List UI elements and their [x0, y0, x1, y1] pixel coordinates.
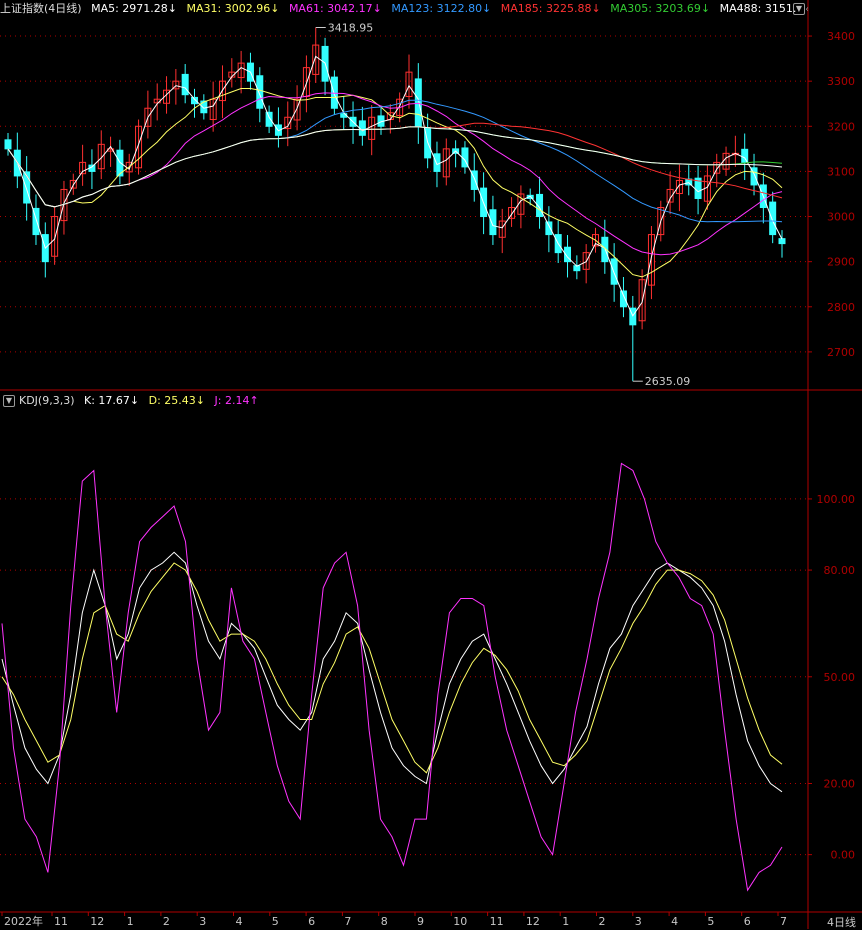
price-axis-label: 3000 — [827, 211, 855, 224]
x-axis-label: 4 — [236, 915, 243, 928]
kdj-d-value: D: 25.43↓ — [148, 394, 206, 407]
candle-body — [433, 153, 441, 172]
ma488-label: MA488: 3151. — [719, 2, 797, 15]
kdj-axis-label: 50.00 — [824, 671, 856, 684]
x-axis-label: 11 — [54, 915, 68, 928]
x-axis-label: 10 — [453, 915, 467, 928]
kdj-axis-label: 20.00 — [824, 778, 856, 791]
candle-body — [778, 238, 786, 245]
candle-body — [545, 221, 553, 236]
kdj-axis-label: 0.00 — [831, 849, 856, 862]
candle-body — [181, 73, 189, 96]
ma185-label: MA185: 3225.88↓ — [500, 2, 601, 15]
kdj-header: ▼ KDJ(9,3,3) K: 17.67↓ D: 25.43↓ J: 2.14↑ — [0, 392, 808, 410]
ma31-line — [7, 88, 783, 278]
price-axis-label: 3300 — [827, 75, 855, 88]
x-axis-label: 3 — [635, 915, 642, 928]
x-axis-label: 6 — [744, 915, 751, 928]
settings-icon[interactable]: ▼ — [793, 3, 805, 15]
ma123-line — [7, 99, 783, 223]
x-axis-label: 5 — [272, 915, 279, 928]
ma305-line — [7, 126, 783, 208]
price-axis-label: 3400 — [827, 30, 855, 43]
kdj-k-line — [1, 551, 783, 793]
x-axis-label: 5 — [707, 915, 714, 928]
x-axis-label: 12 — [90, 915, 104, 928]
price-axis-label: 3100 — [827, 165, 855, 178]
x-axis-label: 4 — [671, 915, 678, 928]
kdj-axis-label: 100.00 — [817, 493, 856, 506]
candle-body — [414, 78, 422, 127]
price-axis-label: 3200 — [827, 120, 855, 133]
candle-body — [256, 75, 264, 109]
x-axis-label: 1 — [127, 915, 134, 928]
candle-body — [489, 209, 497, 236]
price-axis-label: 2900 — [827, 256, 855, 269]
chart-canvas: 3400 3300 3200 3100 3000 2900 2800 2700 3418.95 2… — [0, 0, 862, 929]
ma31-label: MA31: 3002.96↓ — [186, 2, 280, 15]
x-axis-label: 2 — [599, 915, 606, 928]
diamond-icon[interactable]: ◇ — [806, 2, 808, 15]
corner-period-label[interactable]: 4日线 — [827, 914, 856, 930]
x-axis-label: 7 — [344, 915, 351, 928]
x-axis-label: 2022年 — [4, 914, 43, 928]
low-annotation: 2635.09 — [645, 375, 691, 388]
kdj-axis-label: 80.00 — [824, 564, 856, 577]
ma305-label: MA305: 3203.69↓ — [610, 2, 711, 15]
price-axis-label: 2700 — [827, 346, 855, 359]
x-axis-label: 11 — [490, 915, 504, 928]
kdj-settings-icon[interactable]: ▼ — [3, 395, 15, 407]
kdj-k-value: K: 17.67↓ — [84, 394, 140, 407]
ma488-line — [7, 126, 783, 208]
x-axis-label: 2 — [163, 915, 170, 928]
x-axis-label: 1 — [562, 915, 569, 928]
x-axis-label: 3 — [199, 915, 206, 928]
ma5-line — [7, 55, 783, 317]
main-chart-header: 上证指数(4日线) MA5: 2971.28↓ MA31: 3002.96↓ M… — [0, 0, 808, 18]
x-axis-label: 6 — [308, 915, 315, 928]
candle-body — [265, 111, 273, 127]
high-annotation: 3418.95 — [328, 21, 374, 34]
ma5-label: MA5: 2971.28↓ — [91, 2, 178, 15]
candle-body — [769, 201, 777, 236]
x-axis-label: 12 — [526, 915, 540, 928]
ma123-label: MA123: 3122.80↓ — [391, 2, 492, 15]
kdj-title: KDJ(9,3,3) — [19, 394, 75, 407]
kdj-j-value: J: 2.14↑ — [214, 394, 259, 407]
x-axis-label: 7 — [780, 915, 787, 928]
candle-body — [4, 139, 12, 150]
price-axis-label: 2800 — [827, 301, 855, 314]
ma61-label: MA61: 3042.17↓ — [288, 2, 382, 15]
kdj-d-line — [1, 562, 783, 774]
x-axis-label: 8 — [381, 915, 388, 928]
candle-body — [741, 148, 749, 163]
candle-body — [610, 258, 618, 285]
chart-title: 上证指数(4日线) — [0, 2, 82, 15]
x-axis-label: 9 — [417, 915, 424, 928]
